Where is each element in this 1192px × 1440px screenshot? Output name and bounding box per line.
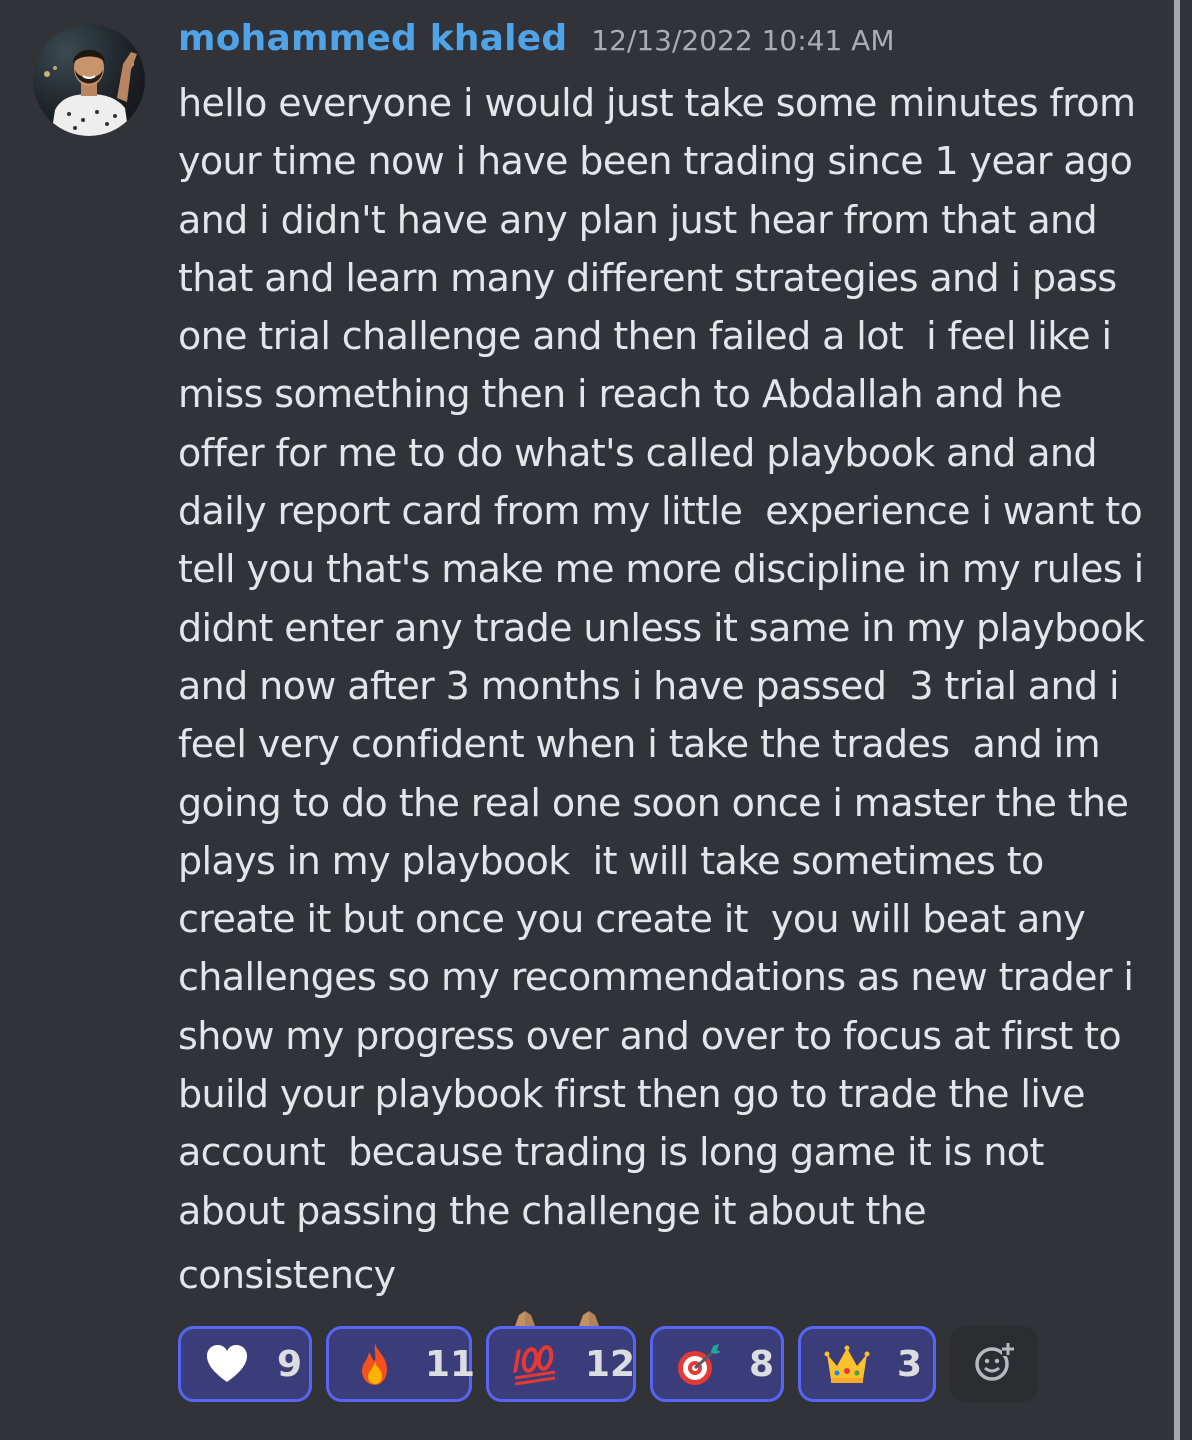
reaction-crown[interactable]: 3 [798, 1326, 936, 1402]
reaction-count: 3 [897, 1343, 923, 1385]
add-reaction-icon [972, 1340, 1016, 1388]
message-last-line: consistency [178, 1240, 1168, 1360]
message-line: one trial challenge and then failed a lo… [178, 314, 1112, 359]
avatar[interactable] [33, 24, 145, 136]
message-line: plays in my playbook it will take someti… [178, 838, 1044, 883]
reaction-direct-hit[interactable]: 8 [650, 1326, 784, 1402]
message-line: about passing the challenge it about the [178, 1188, 927, 1233]
message-line: daily report card from my little experie… [178, 489, 1143, 534]
reactions-bar: 9 11 12 8 3 [178, 1326, 1038, 1402]
folded-hands-icon [470, 1247, 612, 1360]
folded-hands-icon [406, 1247, 548, 1360]
message-line: and i didn't have any plan just hear fro… [178, 197, 1098, 242]
reaction-fire[interactable]: 11 [326, 1326, 476, 1402]
target-icon [675, 1340, 723, 1388]
message-line: and now after 3 months i have passed 3 t… [178, 663, 1120, 708]
crown-icon [823, 1340, 871, 1388]
reaction-count: 8 [749, 1343, 775, 1385]
fire-icon [351, 1340, 399, 1388]
message-line: create it but once you create it you wil… [178, 897, 1086, 942]
message-line: challenges so my recommendations as new … [178, 955, 1134, 1000]
reaction-hundred-points[interactable]: 12 [486, 1326, 636, 1402]
message-line: going to do the real one soon once i mas… [178, 780, 1129, 825]
reaction-count: 9 [277, 1343, 303, 1385]
white-heart-icon [203, 1340, 251, 1388]
message-header: mohammed khaled 12/13/2022 10:41 AM [178, 18, 894, 72]
message-line: feel very confident when i take the trad… [178, 722, 1101, 767]
reaction-white-heart[interactable]: 9 [178, 1326, 312, 1402]
timestamp: 12/13/2022 10:41 AM [591, 24, 895, 57]
username[interactable]: mohammed khaled [178, 18, 567, 59]
add-reaction-button[interactable] [950, 1326, 1038, 1402]
message-line: that and learn many different strategies… [178, 255, 1117, 300]
message-line: offer for me to do what's called playboo… [178, 430, 1098, 475]
message-content: hello everyone i would just take some mi… [178, 74, 1168, 1360]
hundred-points-icon [511, 1340, 559, 1388]
message-line: consistency [178, 1252, 396, 1297]
message-line: miss something then i reach to Abdallah … [178, 372, 1063, 417]
message-line: tell you that's make me more discipline … [178, 547, 1144, 592]
message-line: hello everyone i would just take some mi… [178, 81, 1136, 125]
scrollbar[interactable] [1174, 0, 1180, 1440]
message-line: didnt enter any trade unless it same in … [178, 605, 1145, 650]
reaction-count: 12 [585, 1343, 636, 1385]
message-line: build your playbook first then go to tra… [178, 1072, 1086, 1117]
reaction-count: 11 [425, 1343, 476, 1385]
message-line: show my progress over and over to focus … [178, 1013, 1122, 1058]
message-line: your time now i have been trading since … [178, 139, 1133, 184]
message-line: account because trading is long game it … [178, 1130, 1044, 1175]
